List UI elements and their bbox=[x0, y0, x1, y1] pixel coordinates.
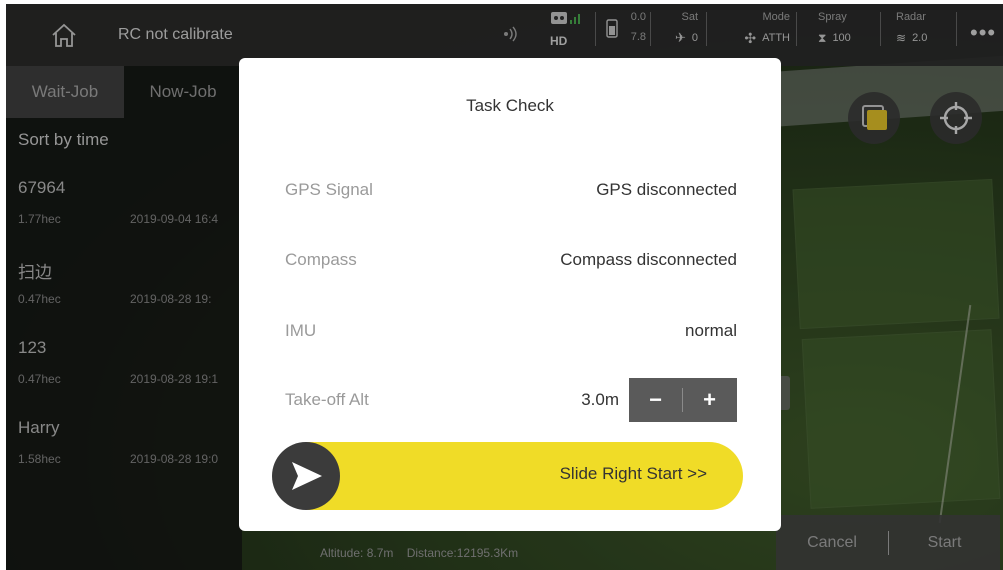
decrease-button[interactable]: − bbox=[629, 387, 682, 413]
row-label: Compass bbox=[285, 250, 357, 269]
increase-button[interactable]: + bbox=[683, 387, 736, 413]
slider-label: Slide Right Start >> bbox=[559, 464, 707, 483]
row-label: IMU bbox=[285, 321, 317, 340]
row-value: Compass disconnected bbox=[560, 250, 737, 269]
row-label: Take-off Alt bbox=[285, 390, 369, 409]
takeoff-alt-stepper: − + bbox=[629, 378, 737, 422]
takeoff-alt-value: 3.0m bbox=[581, 390, 619, 409]
row-value: normal bbox=[685, 321, 737, 340]
dialog-title: Task Check bbox=[466, 96, 554, 115]
row-value: GPS disconnected bbox=[596, 180, 737, 199]
slide-to-start[interactable]: Slide Right Start >> bbox=[272, 442, 743, 510]
row-label: GPS Signal bbox=[285, 180, 373, 199]
task-check-dialog: Task Check GPS Signal GPS disconnected C… bbox=[239, 58, 781, 531]
app-screen: RC not calibrate HD 0.0 7.8 Sat ✈ 0 Mode… bbox=[6, 4, 1003, 570]
